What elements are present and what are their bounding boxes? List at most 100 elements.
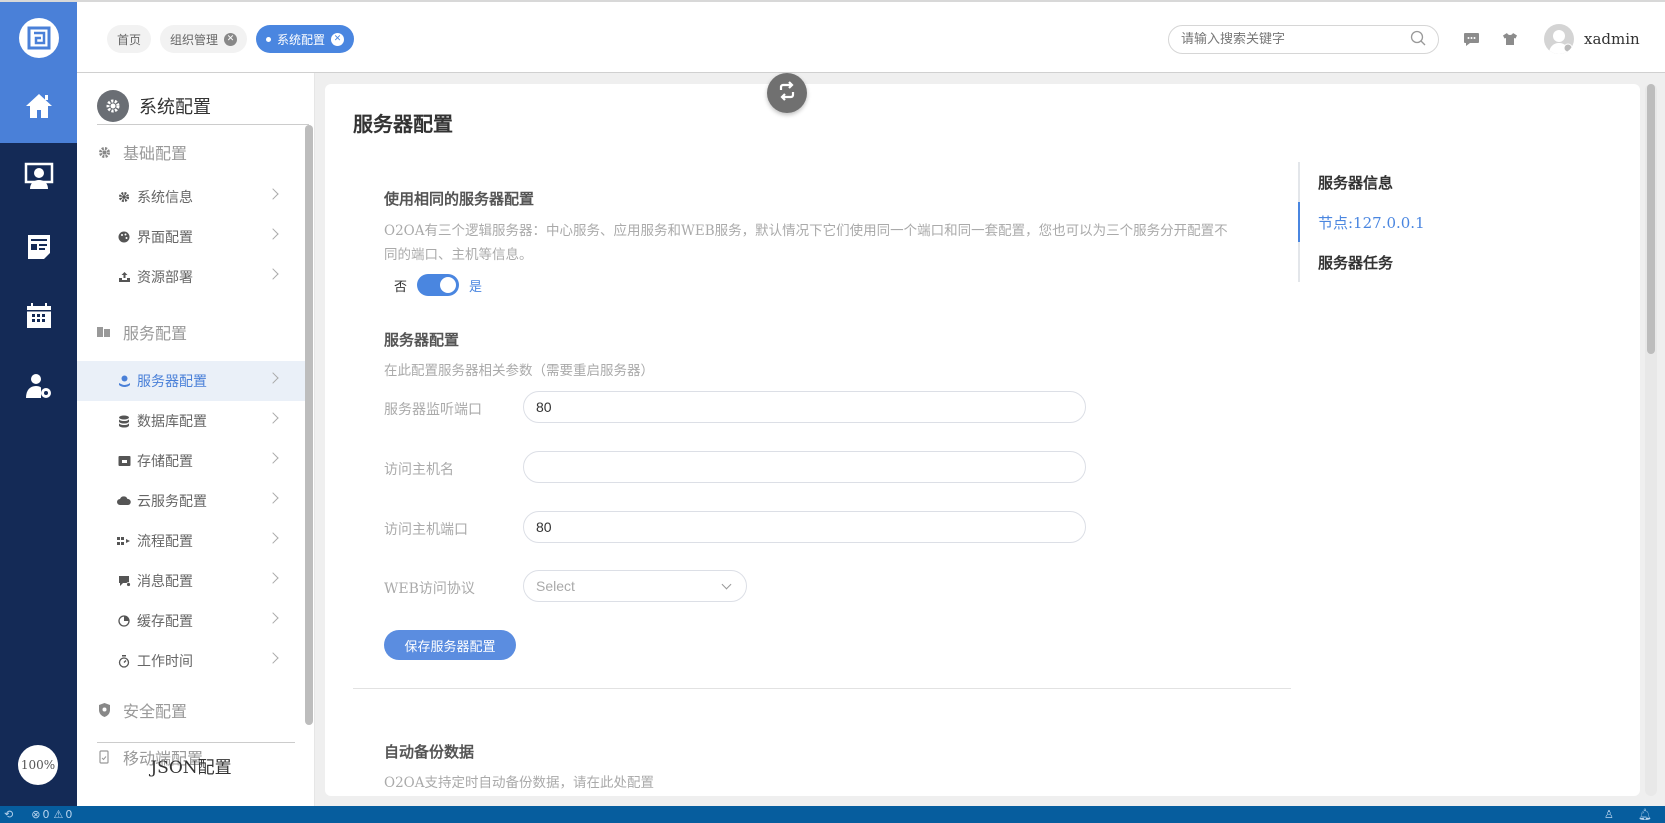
main-scrollbar[interactable]: [1647, 84, 1655, 354]
search-icon[interactable]: [1410, 30, 1426, 50]
sidebar-item-label: 数据库配置: [137, 414, 207, 430]
section-description: 在此配置服务器相关参数（需要重启服务器）: [384, 363, 654, 379]
message-settings-icon: [117, 574, 131, 588]
nav-news[interactable]: [0, 213, 77, 283]
page-title: 服务器配置: [353, 112, 453, 136]
tab-label: 组织管理: [170, 32, 219, 47]
chevron-right-icon: [267, 532, 279, 544]
home-icon: [24, 92, 54, 124]
config-sidebar: 系统配置 基础配置 系统信息 界面配置 资源部署 服务配置 服务器配置 数据库配…: [77, 73, 315, 806]
sidebar-item-storage-config[interactable]: 存储配置: [77, 441, 305, 481]
anchor-server-info[interactable]: 服务器信息: [1300, 162, 1498, 202]
sidebar-item-message-config[interactable]: 消息配置: [77, 561, 305, 601]
chevron-right-icon: [267, 372, 279, 384]
o2oa-logo-icon: [18, 18, 59, 58]
notification-bell-icon[interactable]: 🔔︎: [1638, 808, 1652, 821]
warning-count: 0: [65, 808, 73, 821]
group-security-config[interactable]: 安全配置: [77, 685, 305, 735]
sidebar-item-label: 消息配置: [137, 574, 193, 590]
group-label: 服务配置: [123, 324, 188, 343]
upload-tray-icon: [117, 270, 131, 284]
group-basic-config[interactable]: 基础配置: [77, 127, 305, 177]
gear-icon: [97, 89, 129, 122]
host-port-input[interactable]: [523, 511, 1086, 543]
sync-icon[interactable]: ⟲: [4, 808, 13, 821]
sidebar-item-label: 流程配置: [137, 534, 193, 550]
anchor-nav: 服务器信息 节点:127.0.0.1 服务器任务: [1298, 162, 1498, 282]
switch-off-label: 否: [394, 279, 408, 295]
chevron-right-icon: [267, 572, 279, 584]
skin-shirt-icon[interactable]: [1500, 29, 1520, 49]
sidebar-scrollbar[interactable]: [305, 125, 313, 725]
tab-org-management[interactable]: 组织管理 ✕: [160, 25, 248, 53]
calendar-icon: [25, 302, 53, 334]
active-dot-icon: [266, 36, 272, 42]
refresh-button[interactable]: [767, 73, 807, 113]
nav-user-settings[interactable]: [0, 353, 77, 423]
switch-on-label: 是: [469, 279, 483, 295]
search-input[interactable]: [1181, 32, 1410, 47]
sidebar-item-server-config[interactable]: 服务器配置: [77, 361, 305, 401]
sidebar-item-cache-config[interactable]: 缓存配置: [77, 601, 305, 641]
close-icon[interactable]: ✕: [331, 32, 345, 46]
tab-system-config[interactable]: 系统配置 ✕: [256, 25, 355, 53]
sidebar-header: 系统配置: [97, 87, 309, 125]
tab-home[interactable]: 首页: [107, 25, 152, 53]
sidebar-item-system-info[interactable]: 系统信息: [77, 177, 305, 217]
sidebar-item-label: 工作时间: [137, 654, 193, 670]
sidebar-item-label: 系统信息: [137, 190, 193, 206]
chevron-right-icon: [267, 412, 279, 424]
sidebar-item-label: 界面配置: [137, 230, 193, 246]
user-settings-icon: [25, 372, 53, 404]
anchor-node[interactable]: 节点:127.0.0.1: [1298, 202, 1498, 242]
description-line: 同的端口、主机等信息。: [384, 247, 533, 263]
message-icon[interactable]: [1461, 29, 1481, 49]
section-title-backup: 自动备份数据: [384, 743, 475, 761]
zoom-level[interactable]: 100%: [18, 745, 58, 785]
chevron-down-icon: [721, 579, 732, 590]
account-icon[interactable]: ♙: [1604, 808, 1614, 821]
chevron-right-icon: [267, 452, 279, 464]
avatar[interactable]: [1544, 24, 1574, 54]
chevron-right-icon: [267, 652, 279, 664]
sidebar-item-database-config[interactable]: 数据库配置: [77, 401, 305, 441]
sidebar-item-cloud-config[interactable]: 云服务配置: [77, 481, 305, 521]
palette-icon: [117, 230, 131, 244]
description-line: O2OA有三个逻辑服务器：中心服务、应用服务和WEB服务，默认情况下它们使用同一…: [384, 223, 1228, 239]
group-label: 安全配置: [123, 702, 188, 721]
warning-icon[interactable]: ⚠: [53, 808, 63, 821]
host-name-input[interactable]: [523, 451, 1086, 483]
close-icon[interactable]: ✕: [224, 32, 238, 46]
gear-icon: [117, 190, 131, 204]
json-config-button[interactable]: JSON配置: [77, 753, 305, 778]
nav-home[interactable]: [0, 73, 77, 143]
logo[interactable]: [0, 2, 77, 74]
sidebar-item-work-time[interactable]: 工作时间: [77, 641, 305, 681]
error-icon[interactable]: ⊗: [31, 808, 40, 821]
section-title-same-config: 使用相同的服务器配置: [384, 190, 535, 208]
nav-calendar[interactable]: [0, 283, 77, 353]
chevron-right-icon: [267, 612, 279, 624]
sidebar-item-label: 存储配置: [137, 454, 193, 470]
same-config-toggle[interactable]: [417, 274, 460, 296]
archive-icon: [117, 454, 131, 468]
chevron-right-icon: [267, 228, 279, 240]
same-config-switch-row: 否 是: [394, 274, 482, 296]
web-protocol-select[interactable]: Select: [523, 570, 747, 602]
news-icon: [26, 232, 52, 264]
flow-icon: [117, 534, 131, 548]
sidebar-item-ui-config[interactable]: 界面配置: [77, 217, 305, 257]
listen-port-input[interactable]: [523, 391, 1086, 423]
cloud-icon: [117, 494, 131, 508]
server-icon: [97, 325, 111, 339]
group-service-config[interactable]: 服务配置: [77, 307, 305, 357]
anchor-server-tasks[interactable]: 服务器任务: [1300, 242, 1498, 282]
nav-portal[interactable]: [0, 143, 77, 213]
username[interactable]: xadmin: [1584, 30, 1640, 48]
sidebar-item-label: 服务器配置: [137, 374, 207, 390]
sidebar-title: 系统配置: [139, 96, 211, 118]
chevron-right-icon: [267, 492, 279, 504]
sidebar-item-process-config[interactable]: 流程配置: [77, 521, 305, 561]
sidebar-item-resource-deploy[interactable]: 资源部署: [77, 257, 305, 297]
save-server-config-button[interactable]: 保存服务器配置: [384, 630, 516, 660]
